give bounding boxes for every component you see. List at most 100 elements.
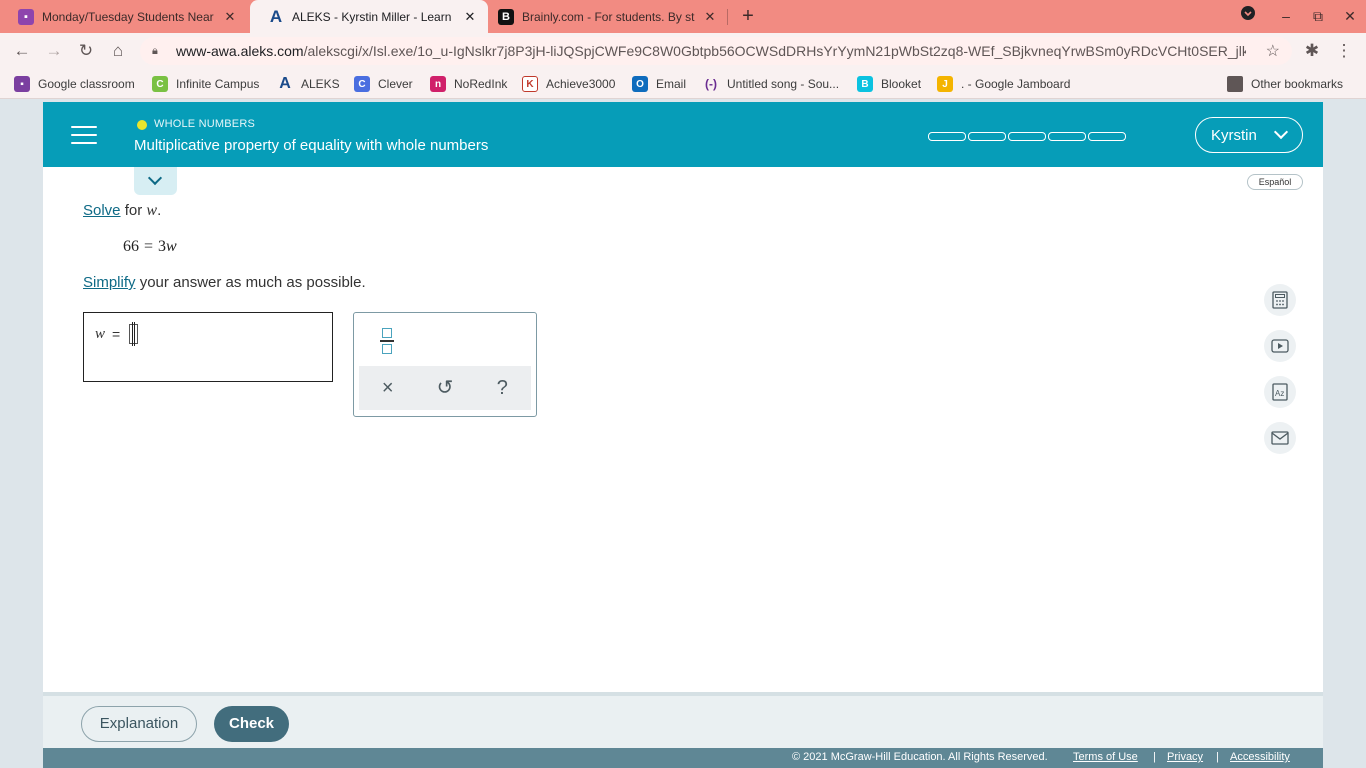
tab-classroom[interactable]: ▪ Monday/Tuesday Students Near ✕ (0, 0, 248, 33)
forward-icon[interactable]: → (41, 38, 67, 64)
bookmark-other[interactable]: Other bookmarks (1227, 75, 1343, 93)
explanation-button[interactable]: Explanation (81, 706, 197, 742)
clear-button[interactable]: × (359, 366, 416, 410)
simplify-instruction: Simplify your answer as much as possible… (83, 274, 366, 291)
aleks-footer: Explanation Check (43, 692, 1323, 748)
check-button[interactable]: Check (214, 706, 289, 742)
video-icon[interactable] (1264, 330, 1296, 362)
aleks-icon: A (269, 6, 283, 26)
tab-title: Monday/Tuesday Students Near (42, 9, 214, 24)
bookmark-google-classroom[interactable]: ▪ Google classroom (14, 75, 135, 93)
tab-title: ALEKS - Kyrstin Miller - Learn (292, 9, 452, 24)
close-tab-icon[interactable]: ✕ (702, 9, 718, 25)
hamburger-menu-icon[interactable] (71, 126, 97, 144)
text-cursor-icon (132, 322, 135, 346)
bookmark-label: Email (656, 77, 687, 91)
bookmark-aleks[interactable]: A ALEKS (277, 75, 340, 93)
progress-bar (928, 132, 1126, 141)
blooket-icon: B (857, 76, 873, 92)
folder-icon (1227, 76, 1243, 92)
soundtrap-icon: (-) (705, 77, 717, 91)
tab-search-icon[interactable] (1236, 4, 1260, 28)
privacy-link[interactable]: Privacy (1167, 751, 1203, 763)
progress-segment (928, 132, 966, 141)
accessibility-link[interactable]: Accessibility (1230, 751, 1290, 763)
bookmark-infinite-campus[interactable]: C Infinite Campus (152, 75, 259, 93)
menu-kebab-icon[interactable]: ⋮ (1331, 38, 1357, 64)
bookmark-blooket[interactable]: B Blooket (857, 75, 921, 93)
home-icon[interactable]: ⌂ (105, 38, 131, 64)
fraction-button[interactable] (376, 326, 398, 356)
progress-segment (1008, 132, 1046, 141)
bookmark-label: NoRedInk (454, 77, 508, 91)
terms-link[interactable]: Terms of Use (1073, 751, 1138, 763)
topic-title: Multiplicative property of equality with… (134, 137, 489, 154)
answer-equals: = (112, 326, 121, 342)
back-icon[interactable]: ← (9, 38, 35, 64)
calculator-icon[interactable] (1264, 284, 1296, 316)
new-tab-icon[interactable]: + (737, 5, 759, 27)
noredink-icon: n (430, 76, 446, 92)
user-menu-button[interactable]: Kyrstin (1195, 117, 1303, 153)
fraction-denominator-icon (382, 344, 392, 354)
fraction-numerator-icon (382, 328, 392, 338)
url-domain: www-awa.aleks.com (176, 43, 304, 59)
achieve3000-icon: K (522, 76, 538, 92)
clever-icon: C (354, 76, 370, 92)
address-bar[interactable]: 🔒︎ www-awa.aleks.com/alekscgi/x/Isl.exe/… (140, 37, 1292, 65)
bookmark-email[interactable]: O Email (632, 75, 686, 93)
browser-tab-strip: ▪ Monday/Tuesday Students Near ✕ A ALEKS… (0, 0, 1366, 33)
bookmark-label: Infinite Campus (176, 77, 260, 91)
bookmark-star-icon[interactable]: ☆ (1266, 41, 1280, 61)
extensions-icon[interactable]: ✱ (1299, 38, 1325, 64)
dictionary-icon[interactable]: Az (1264, 376, 1296, 408)
close-window-icon[interactable]: ✕ (1338, 4, 1362, 28)
tab-title: Brainly.com - For students. By st (522, 9, 695, 24)
bookmark-achieve3000[interactable]: K Achieve3000 (522, 75, 615, 93)
jamboard-icon: J (937, 76, 953, 92)
tab-separator (727, 9, 728, 25)
equation-equals: = (144, 238, 154, 255)
minimize-icon[interactable]: – (1274, 4, 1298, 28)
lock-icon[interactable]: 🔒︎ (152, 45, 166, 58)
classroom-icon: ▪ (14, 76, 30, 92)
simplify-text: your answer as much as possible. (139, 274, 366, 291)
prompt-text: for (124, 202, 143, 219)
prompt-variable: w (146, 202, 158, 219)
undo-button[interactable]: ↺ (416, 366, 473, 410)
help-button[interactable]: ? (474, 366, 531, 410)
close-tab-icon[interactable]: ✕ (222, 9, 238, 25)
answer-input-box[interactable]: w = (83, 312, 333, 382)
language-toggle[interactable]: Español (1247, 174, 1303, 190)
bookmark-jamboard[interactable]: J . - Google Jamboard (937, 75, 1070, 93)
tab-aleks[interactable]: A ALEKS - Kyrstin Miller - Learn ✕ (250, 0, 488, 33)
legal-separator: | (1216, 751, 1219, 763)
equation-coefficient: 3 (158, 238, 167, 255)
equation-lhs: 66 (123, 238, 139, 255)
infinite-campus-icon: C (152, 76, 168, 92)
fraction-bar-icon (380, 340, 394, 342)
progress-segment (968, 132, 1006, 141)
bookmark-clever[interactable]: C Clever (354, 75, 413, 93)
bookmarks-bar: ▪ Google classroom C Infinite Campus A ALEK… (0, 69, 1366, 99)
restore-icon[interactable]: ⧉ (1306, 4, 1330, 28)
bookmark-label: Clever (378, 77, 413, 91)
message-icon[interactable] (1264, 422, 1296, 454)
outlook-icon: O (632, 76, 648, 92)
url-text: www-awa.aleks.com/alekscgi/x/Isl.exe/1o_… (176, 43, 1246, 59)
progress-segment (1088, 132, 1126, 141)
collapse-header-tab[interactable] (134, 167, 177, 195)
solve-link[interactable]: Solve (83, 202, 121, 219)
close-tab-icon[interactable]: ✕ (462, 9, 478, 25)
classroom-icon: ▪ (18, 8, 34, 25)
simplify-link[interactable]: Simplify (83, 274, 136, 291)
bookmark-untitled-song[interactable]: (-) Untitled song - Sou... (703, 75, 839, 93)
user-name: Kyrstin (1211, 126, 1257, 144)
reload-icon[interactable]: ↻ (73, 38, 99, 64)
bookmark-label: ALEKS (301, 77, 340, 91)
tab-brainly[interactable]: B Brainly.com - For students. By st ✕ (488, 0, 728, 33)
bookmark-noredink[interactable]: n NoRedInk (430, 75, 507, 93)
topic-status-dot (137, 120, 147, 130)
copyright-text: © 2021 McGraw-Hill Education. All Rights… (792, 751, 1048, 763)
topic-category: WHOLE NUMBERS (154, 118, 255, 130)
